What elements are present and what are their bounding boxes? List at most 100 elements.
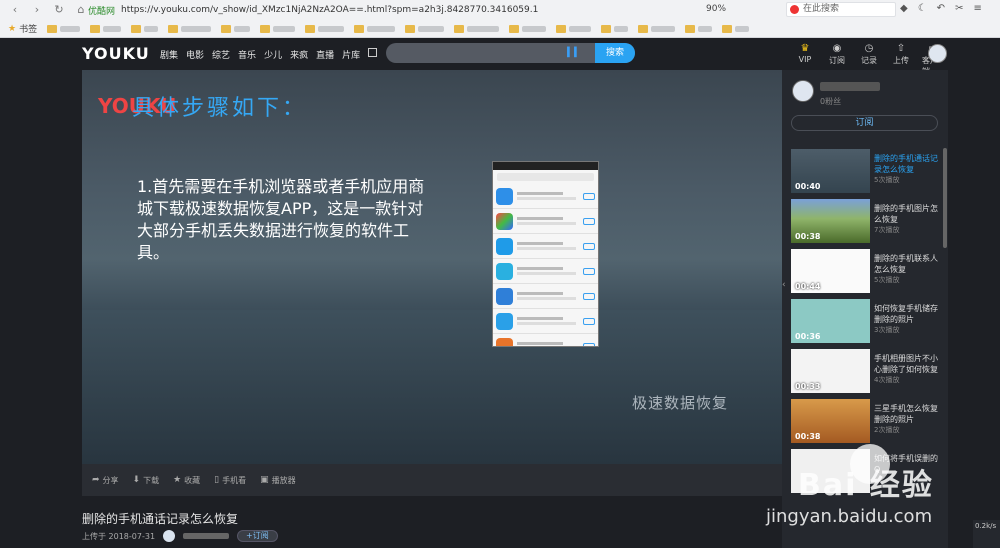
video-meta: 上传于 2018-07-31 +订阅 xyxy=(82,530,278,542)
folder-icon xyxy=(90,24,101,33)
list-item[interactable]: 00:44 删除的手机联系人怎么恢复 5次播放 xyxy=(791,247,941,297)
back-icon[interactable]: ‹ xyxy=(8,3,22,17)
bookmark-folder[interactable] xyxy=(509,24,547,33)
channel-link[interactable]: 电影 xyxy=(186,48,204,61)
bookmark-folder[interactable] xyxy=(454,24,500,33)
bookmark-folder[interactable] xyxy=(47,24,81,33)
zoom-level[interactable]: 90% xyxy=(706,4,726,14)
crown-icon: ♛ xyxy=(800,43,810,54)
collapse-arrow-icon[interactable]: ‹ xyxy=(782,280,790,292)
star-icon: ★ xyxy=(173,475,182,485)
browser-tools: ◆ ☾ ↶ ✂ ≡ xyxy=(900,3,982,14)
bookmark-folder[interactable] xyxy=(305,24,345,33)
baidu-logo-text: Bai 经验 xyxy=(798,468,934,503)
app-list-item xyxy=(493,234,598,259)
bookmarks-bar: ★ 书签 xyxy=(0,20,1000,37)
menu-icon[interactable]: ≡ xyxy=(973,3,981,14)
video-thumbnail[interactable]: 00:33 xyxy=(791,349,870,393)
app-list-item xyxy=(493,334,598,346)
item-title[interactable]: 如何恢复手机储存删除的照片 xyxy=(874,303,941,325)
rss-icon: ◉ xyxy=(832,43,842,54)
reload-icon[interactable]: ↻ xyxy=(52,3,66,17)
item-title[interactable]: 删除的手机联系人怎么恢复 xyxy=(874,253,941,275)
bookmark-folder[interactable] xyxy=(354,24,396,33)
channel-link[interactable]: 综艺 xyxy=(212,48,230,61)
uploader-name[interactable] xyxy=(183,533,230,539)
moon-icon[interactable]: ☾ xyxy=(918,3,927,14)
bookmark-folder[interactable] xyxy=(685,24,713,33)
bookmark-folder[interactable] xyxy=(221,24,251,33)
subscribe-button[interactable]: +订阅 xyxy=(237,530,278,542)
channel-avatar[interactable] xyxy=(792,80,814,102)
mobile-watch-button[interactable]: ▯ 手机看 xyxy=(214,475,246,486)
user-avatar[interactable] xyxy=(928,44,947,63)
site-label: 优酷网 xyxy=(88,6,116,17)
item-title[interactable]: 删除的手机图片怎么恢复 xyxy=(874,203,941,225)
folder-icon xyxy=(168,24,179,33)
network-speed: 0.2k/s xyxy=(973,520,1000,548)
item-plays: 5次播放 xyxy=(874,176,900,184)
forward-icon[interactable]: › xyxy=(30,3,44,17)
video-heading: 具体步骤如下： xyxy=(132,96,308,121)
video-thumbnail[interactable]: 00:38 xyxy=(791,199,870,243)
browser-chrome: ‹ › ↻ ⌂ 优酷网 https://v.youku.com/v_show/i… xyxy=(0,0,1000,38)
grid-icon[interactable] xyxy=(368,48,378,57)
baidu-watermark: Bai 经验 jingyan.baidu.com xyxy=(758,432,990,532)
list-item[interactable]: 00:33 手机相册图片不小心删除了如何恢复 4次播放 xyxy=(791,347,941,397)
player-icon: ▣ xyxy=(260,475,269,485)
baidu-url: jingyan.baidu.com xyxy=(766,506,933,527)
video-player[interactable]: YOUKU 具体步骤如下： 1.首先需要在手机浏览器或者手机应用商城下载极速数据… xyxy=(82,70,782,464)
video-thumbnail[interactable]: 00:40 xyxy=(791,149,870,193)
bookmark-folder[interactable] xyxy=(90,24,122,33)
channel-link[interactable]: 来疯 xyxy=(290,48,308,61)
item-plays: 5次播放 xyxy=(874,276,900,284)
channel-link[interactable]: 少儿 xyxy=(264,48,282,61)
folder-icon xyxy=(131,24,142,33)
bookmark-folder[interactable] xyxy=(556,24,592,33)
item-title[interactable]: 三星手机怎么恢复删除的照片 xyxy=(874,403,941,425)
bookmark-folder[interactable] xyxy=(260,24,296,33)
video-title: 删除的手机通话记录怎么恢复 xyxy=(82,512,239,526)
favorite-button[interactable]: ★ 收藏 xyxy=(173,475,200,486)
folder-icon xyxy=(601,24,612,33)
app-list-item xyxy=(493,184,598,209)
bookmark-folder[interactable] xyxy=(405,24,445,33)
player-button[interactable]: ▣ 播放器 xyxy=(260,475,296,486)
list-item[interactable]: 00:40 删除的手机通话记录怎么恢复 5次播放 xyxy=(791,147,941,197)
site-search-input[interactable]: ▍▍ 搜索 xyxy=(386,43,635,63)
share-button[interactable]: ➦ 分享 xyxy=(92,475,119,486)
list-item[interactable]: 00:36 如何恢复手机储存删除的照片 3次播放 xyxy=(791,297,941,347)
address-bar[interactable]: 优酷网 https://v.youku.com/v_show/id_XMzc1N… xyxy=(88,2,688,18)
home-icon[interactable]: ⌂ xyxy=(74,3,88,17)
channel-link[interactable]: 剧集 xyxy=(160,48,178,61)
channel-link[interactable]: 片库 xyxy=(342,48,360,61)
scissors-icon[interactable]: ✂ xyxy=(955,3,963,14)
channel-name[interactable] xyxy=(820,82,880,91)
channel-nav: 剧集 电影 综艺 音乐 少儿 来疯 直播 片库 xyxy=(160,48,378,61)
voice-search-icon[interactable]: ▍▍ xyxy=(567,48,581,58)
video-thumbnail[interactable]: 00:36 xyxy=(791,299,870,343)
channel-link[interactable]: 音乐 xyxy=(238,48,256,61)
bookmarks-star[interactable]: ★ 书签 xyxy=(8,22,37,36)
youku-logo[interactable]: YOUKU xyxy=(82,44,150,63)
browser-search-input[interactable]: 在此搜索 xyxy=(786,2,896,17)
bookmark-folder[interactable] xyxy=(168,24,212,33)
uploader-avatar[interactable] xyxy=(163,530,176,542)
download-button[interactable]: ⬇ 下载 xyxy=(133,475,160,486)
bookmark-folder[interactable] xyxy=(722,24,750,33)
bookmark-folder[interactable] xyxy=(601,24,629,33)
undo-icon[interactable]: ↶ xyxy=(937,3,945,14)
gamepad-icon[interactable]: ◆ xyxy=(900,3,908,14)
search-button[interactable]: 搜索 xyxy=(595,43,635,63)
folder-icon xyxy=(305,24,316,33)
list-item[interactable]: 00:38 删除的手机图片怎么恢复 7次播放 xyxy=(791,197,941,247)
video-thumbnail[interactable]: 00:44 xyxy=(791,249,870,293)
bookmark-folder[interactable] xyxy=(131,24,159,33)
channel-link[interactable]: 直播 xyxy=(316,48,334,61)
item-title[interactable]: 删除的手机通话记录怎么恢复 xyxy=(874,153,941,175)
url-text[interactable]: https://v.youku.com/v_show/id_XMzc1NjA2N… xyxy=(121,5,538,15)
item-title[interactable]: 手机相册图片不小心删除了如何恢复 xyxy=(874,353,941,375)
sidebar-scrollbar[interactable] xyxy=(943,148,947,248)
channel-subscribe-button[interactable]: 订阅 xyxy=(791,115,938,131)
bookmark-folder[interactable] xyxy=(638,24,676,33)
